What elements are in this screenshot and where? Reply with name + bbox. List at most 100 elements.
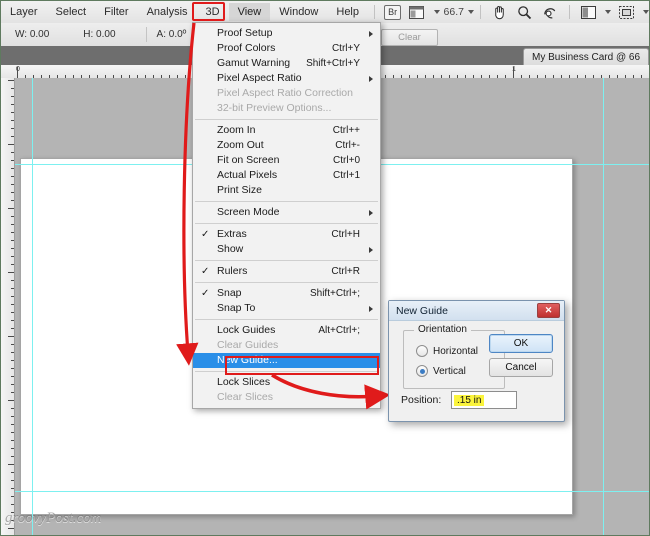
screen-mode-icon[interactable] <box>579 4 598 20</box>
radio-vertical-circle-icon[interactable] <box>416 365 428 377</box>
menu-item-label: Pixel Aspect Ratio <box>217 72 302 84</box>
view-menu-item-proof-setup[interactable]: Proof Setup <box>193 26 380 41</box>
options-divider <box>145 27 147 42</box>
radio-horizontal-circle-icon[interactable] <box>416 345 428 357</box>
ruler-tick <box>11 304 14 305</box>
document-tab[interactable]: My Business Card @ 66 <box>523 48 649 66</box>
ruler-tick <box>11 264 14 265</box>
menu-item-label: Rulers <box>217 265 248 277</box>
radio-horizontal[interactable]: Horizontal <box>416 345 478 357</box>
bridge-icon[interactable]: Br <box>383 4 402 20</box>
view-menu-item-snap[interactable]: ✓ Snap Shift+Ctrl+; <box>193 286 380 301</box>
view-menu-item-actual-pixels[interactable]: Actual Pixels Ctrl+1 <box>193 168 380 183</box>
menu-item-label: Snap To <box>217 302 256 314</box>
guide-horizontal-bottom[interactable] <box>15 491 649 492</box>
menu-item-layer[interactable]: Layer <box>1 3 47 21</box>
rotate-view-tool-icon[interactable] <box>540 4 559 20</box>
new-guide-dialog[interactable]: New Guide ✕ Orientation Horizontal Verti… <box>388 300 565 422</box>
ruler-tick <box>11 496 14 497</box>
ruler-tick <box>17 67 18 78</box>
view-menu-item-lock-slices[interactable]: Lock Slices <box>193 375 380 390</box>
view-menu-item-print-size[interactable]: Print Size <box>193 183 380 198</box>
ruler-tick <box>11 112 14 113</box>
ruler-tick <box>11 360 14 361</box>
menu-item-label: Clear Slices <box>217 391 274 403</box>
menu-item-analysis[interactable]: Analysis <box>138 3 197 21</box>
ruler-tick <box>8 144 14 145</box>
clear-button[interactable]: Clear <box>381 29 438 46</box>
hand-tool-icon[interactable] <box>490 4 509 20</box>
menu-item-shortcut: Shift+Ctrl+; <box>309 288 360 299</box>
view-menu-item-snap-to[interactable]: Snap To <box>193 301 380 316</box>
ok-button[interactable]: OK <box>489 334 553 353</box>
dialog-titlebar: New Guide ✕ <box>389 301 564 321</box>
ruler-tick <box>11 384 14 385</box>
menu-item-label: Clear Guides <box>217 339 279 351</box>
view-extras-icon[interactable] <box>617 4 636 20</box>
ruler-tick <box>11 432 14 433</box>
ruler-tick <box>8 336 14 337</box>
view-menu-highlight-box <box>192 2 225 21</box>
option-width: W: 0.00 <box>15 29 50 40</box>
view-menu-item-fit-on-screen[interactable]: Fit on Screen Ctrl+0 <box>193 153 380 168</box>
view-menu-item-32-bit-preview-options: 32-bit Preview Options... <box>193 101 380 116</box>
ruler-tick <box>11 120 14 121</box>
ruler-tick <box>11 424 14 425</box>
view-extras-chevron-icon[interactable] <box>642 10 649 14</box>
zoom-tool-icon[interactable] <box>515 4 534 20</box>
view-menu-item-rulers[interactable]: ✓ Rulers Ctrl+R <box>193 264 380 279</box>
menu-item-label: Zoom In <box>217 124 256 136</box>
menu-item-select[interactable]: Select <box>47 3 96 21</box>
ruler-tick <box>11 184 14 185</box>
guide-vertical-right[interactable] <box>603 78 604 535</box>
ruler-tick <box>11 368 14 369</box>
cancel-button[interactable]: Cancel <box>489 358 553 377</box>
ruler-tick <box>11 160 14 161</box>
ruler-tick <box>11 96 14 97</box>
orientation-legend: Orientation <box>414 324 471 335</box>
menu-item-window[interactable]: Window <box>270 3 327 21</box>
view-menu-item-proof-colors[interactable]: Proof Colors Ctrl+Y <box>193 41 380 56</box>
ruler-tick <box>8 464 14 465</box>
screen-mode-chevron-icon[interactable] <box>604 10 611 14</box>
view-menu-item-screen-mode[interactable]: Screen Mode <box>193 205 380 220</box>
arrange-documents-chevron-icon[interactable] <box>433 10 440 14</box>
zoom-level-value[interactable]: 66.7 <box>444 6 464 18</box>
submenu-arrow-icon <box>369 76 373 82</box>
view-menu-item-pixel-aspect-ratio[interactable]: Pixel Aspect Ratio <box>193 71 380 86</box>
menu-bar: Layer Select Filter Analysis 3D View Win… <box>1 1 649 24</box>
zoom-level-chevron-icon[interactable] <box>467 10 474 14</box>
ruler-tick <box>11 192 14 193</box>
view-menu-item-gamut-warning[interactable]: Gamut Warning Shift+Ctrl+Y <box>193 56 380 71</box>
submenu-arrow-icon <box>369 210 373 216</box>
ruler-tick <box>11 224 14 225</box>
view-menu-item-show[interactable]: Show <box>193 242 380 257</box>
menu-item-shortcut: Shift+Ctrl+Y <box>306 58 360 69</box>
ruler-tick <box>11 280 14 281</box>
menu-item-shortcut: Ctrl+Y <box>331 43 360 54</box>
view-dropdown-menu[interactable]: Proof Setup Proof Colors Ctrl+Y Gamut Warni… <box>192 22 381 409</box>
ruler-tick <box>11 488 14 489</box>
menu-separator <box>195 282 378 283</box>
menu-item-label: Fit on Screen <box>217 154 280 166</box>
view-menu-item-clear-slices: Clear Slices <box>193 390 380 405</box>
arrange-documents-icon[interactable] <box>407 4 426 20</box>
view-menu-item-zoom-in[interactable]: Zoom In Ctrl++ <box>193 123 380 138</box>
vertical-ruler[interactable] <box>1 78 15 535</box>
menu-item-view[interactable]: View <box>228 3 271 21</box>
view-menu-item-lock-guides[interactable]: Lock Guides Alt+Ctrl+; <box>193 323 380 338</box>
position-input[interactable]: .15 in <box>451 391 517 409</box>
ruler-tick <box>11 328 14 329</box>
guide-vertical-left[interactable] <box>32 78 33 535</box>
ruler-tick <box>8 528 14 529</box>
menu-separator <box>195 260 378 261</box>
view-menu-item-extras[interactable]: ✓ Extras Ctrl+H <box>193 227 380 242</box>
ruler-tick <box>11 376 14 377</box>
ruler-tick <box>11 416 14 417</box>
view-menu-item-zoom-out[interactable]: Zoom Out Ctrl+- <box>193 138 380 153</box>
menu-item-filter[interactable]: Filter <box>95 3 137 21</box>
menu-item-help[interactable]: Help <box>327 3 368 21</box>
close-icon[interactable]: ✕ <box>537 303 560 318</box>
ruler-tick <box>11 312 14 313</box>
radio-vertical[interactable]: Vertical <box>416 365 466 377</box>
